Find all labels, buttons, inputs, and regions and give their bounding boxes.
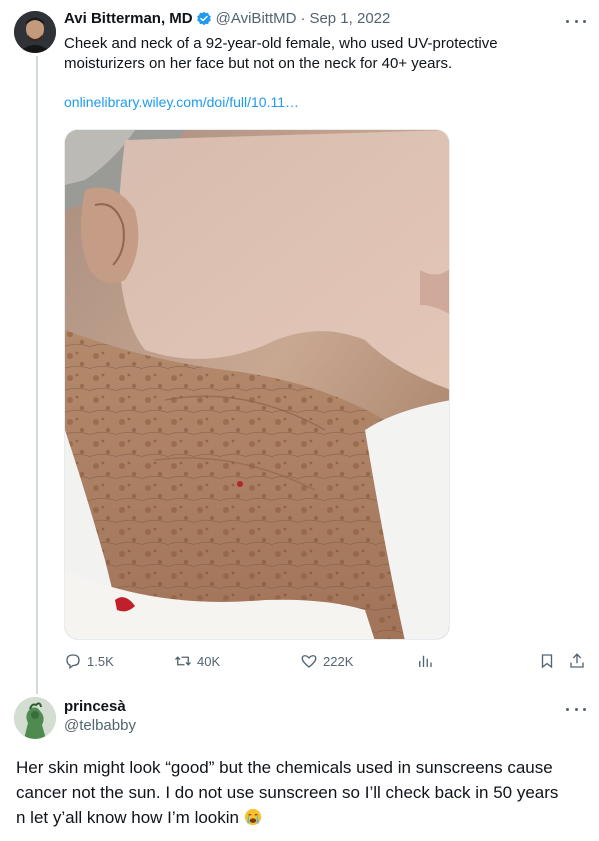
repost-count: 40K: [197, 653, 221, 669]
reply-text-content: Her skin might look “good” but the chemi…: [16, 758, 559, 827]
author-name[interactable]: Avi Bitterman, MD: [64, 10, 193, 27]
tweet-photo[interactable]: [64, 129, 450, 640]
tweet-text: Cheek and neck of a 92-year-old female, …: [64, 35, 498, 72]
reply-text: Her skin might look “good” but the chemi…: [16, 755, 588, 830]
views-icon: [419, 655, 432, 667]
reply-icon: [66, 654, 80, 670]
bookmark-button[interactable]: [538, 652, 556, 670]
tweet-actions-bar: 1.5K 40K 222K: [64, 652, 594, 672]
reply-more-options-icon[interactable]: [566, 704, 586, 714]
main-tweet: Avi Bitterman, MD @AviBittMD · Sep 1, 20…: [0, 0, 599, 694]
verified-badge-icon: [196, 11, 212, 27]
heart-icon: [301, 655, 317, 668]
reply-header: princesà @telbabby: [64, 698, 136, 736]
author-handle[interactable]: @AviBittMD: [216, 10, 297, 27]
repost-icon: [175, 656, 191, 666]
repost-button[interactable]: 40K: [174, 652, 220, 670]
reply-author-avatar[interactable]: [14, 697, 56, 739]
share-icon: [570, 653, 584, 668]
share-button[interactable]: [568, 652, 586, 670]
reply-button[interactable]: 1.5K: [64, 652, 114, 670]
reply-author-name[interactable]: princesà: [64, 698, 136, 716]
tweet-date[interactable]: Sep 1, 2022: [309, 10, 390, 27]
tweet-link[interactable]: onlinelibrary.wiley.com/doi/full/10.11…: [64, 94, 299, 110]
crying-face-emoji-icon: [244, 808, 262, 826]
reply-author-handle[interactable]: @telbabby: [64, 716, 136, 736]
thread-connector-line: [36, 56, 38, 694]
more-options-icon[interactable]: [566, 16, 586, 26]
tweet-header: Avi Bitterman, MD @AviBittMD · Sep 1, 20…: [64, 10, 390, 27]
header-separator: ·: [300, 10, 306, 27]
like-button[interactable]: 222K: [300, 652, 353, 670]
like-count: 222K: [323, 653, 354, 669]
author-avatar[interactable]: [14, 11, 56, 53]
views-button[interactable]: [416, 652, 434, 670]
reply-count: 1.5K: [87, 653, 114, 669]
bookmark-icon: [541, 654, 553, 669]
